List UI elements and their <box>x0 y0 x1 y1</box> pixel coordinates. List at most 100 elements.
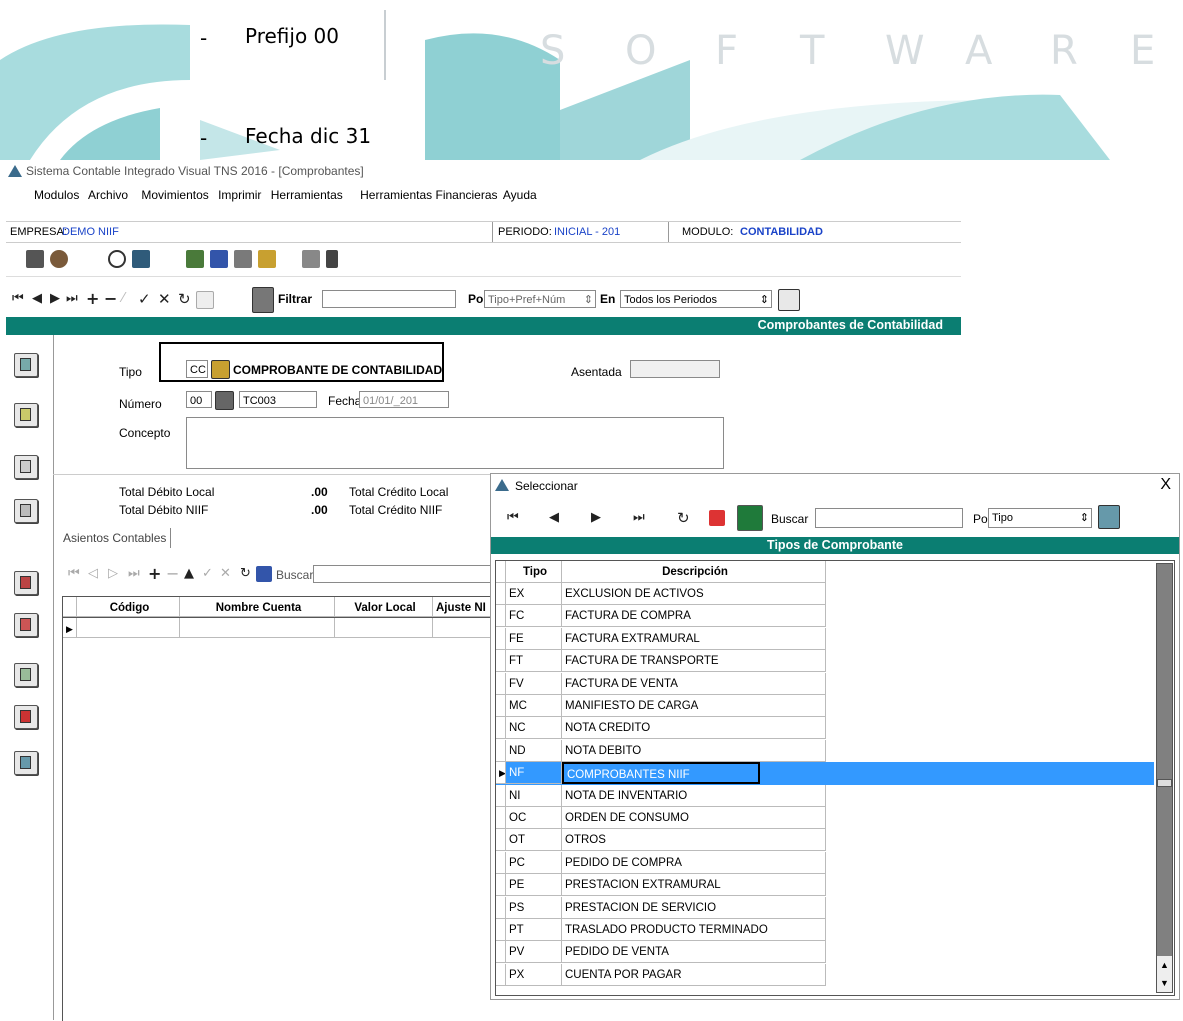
print-button[interactable] <box>14 455 38 479</box>
en-select[interactable]: Todos los Periodos ⇕ <box>620 290 772 308</box>
money-icon[interactable] <box>108 250 126 268</box>
dlg-refresh-icon[interactable]: ↻ <box>677 509 690 527</box>
search-icon[interactable] <box>778 289 800 311</box>
users-icon[interactable] <box>26 250 44 268</box>
list-item[interactable]: MC MANIFIESTO DE CARGA <box>496 695 826 717</box>
list-item[interactable]: PS PRESTACION DE SERVICIO <box>496 896 826 919</box>
grid-buscar-input[interactable] <box>313 565 493 583</box>
col-ajuste-niif[interactable]: Ajuste NI <box>433 597 493 617</box>
group-icon[interactable] <box>186 250 204 268</box>
list-item[interactable]: FT FACTURA DE TRANSPORTE <box>496 650 826 673</box>
spin-icon[interactable]: ⇕ <box>760 291 769 309</box>
consecutive-icon[interactable] <box>215 391 234 410</box>
por-select[interactable]: Tipo+Pref+Núm ⇕ <box>484 290 596 308</box>
list-item[interactable]: FC FACTURA DE COMPRA <box>496 605 826 628</box>
calendar-icon[interactable] <box>210 250 228 268</box>
record-button[interactable] <box>14 353 38 377</box>
list-item[interactable]: PC PEDIDO DE COMPRA <box>496 851 826 874</box>
dlg-buscar-input[interactable] <box>815 508 963 528</box>
dialog-close-icon[interactable]: X <box>1160 476 1171 494</box>
grid-refresh-icon[interactable]: ↻ <box>240 566 251 581</box>
col-nombre-cuenta[interactable]: Nombre Cuenta <box>180 597 335 617</box>
grid-last-icon[interactable]: ⏭ <box>128 566 140 581</box>
menu-herramientas-financieras[interactable]: Herramientas Financieras <box>360 188 497 202</box>
numero-input[interactable]: TC003 <box>239 391 317 408</box>
dlg-prev-icon[interactable]: ◀ <box>549 510 559 525</box>
col-codigo[interactable]: Código <box>77 597 180 617</box>
menu-movimientos[interactable]: Movimientos <box>141 188 208 202</box>
dlg-first-icon[interactable]: ⏮ <box>507 510 519 525</box>
first-record-icon[interactable]: ⏮ <box>12 291 24 306</box>
list-item[interactable]: EX EXCLUSION DE ACTIVOS <box>496 583 826 605</box>
prev-record-icon[interactable]: ◀ <box>32 291 42 306</box>
list-item[interactable]: FE FACTURA EXTRAMURAL <box>496 627 826 650</box>
dlg-last-icon[interactable]: ⏭ <box>633 510 645 525</box>
list-item[interactable]: ND NOTA DEBITO <box>496 739 826 762</box>
table-row[interactable]: ▶ <box>63 618 493 638</box>
print-preview-button[interactable] <box>14 499 38 523</box>
scroll-up-icon[interactable]: ▲ <box>1157 956 1172 974</box>
menu-herramientas[interactable]: Herramientas <box>271 188 343 202</box>
scroll-down-icon[interactable]: ▼ <box>1157 974 1172 992</box>
tab-asientos[interactable]: Asientos Contables <box>59 528 172 548</box>
list-item[interactable]: OC ORDEN DE CONSUMO <box>496 807 826 829</box>
list-item[interactable]: PX CUENTA POR PAGAR <box>496 963 826 986</box>
org-chart-icon[interactable] <box>132 250 150 268</box>
last-record-icon[interactable]: ⏭ <box>66 291 78 306</box>
grid-icon[interactable] <box>196 291 214 309</box>
menu-archivo[interactable]: Archivo <box>88 188 128 202</box>
list-item[interactable]: NC NOTA CREDITO <box>496 717 826 740</box>
list-item[interactable]: ▶ NF COMPROBANTES NIIF <box>496 762 1154 785</box>
excel-icon[interactable] <box>737 505 763 531</box>
edit-icon[interactable]: ⁄ <box>122 291 124 306</box>
calculator-icon[interactable] <box>326 250 338 268</box>
edit-doc-button[interactable] <box>14 403 38 427</box>
dlg-por-select[interactable]: Tipo ⇕ <box>988 508 1092 528</box>
list-item[interactable]: FV FACTURA DE VENTA <box>496 672 826 695</box>
refresh-icon[interactable]: ↻ <box>178 290 191 308</box>
filter-toggle-icon[interactable] <box>252 287 274 313</box>
list-item[interactable]: PE PRESTACION EXTRAMURAL <box>496 874 826 897</box>
list-item[interactable]: OT OTROS <box>496 829 826 852</box>
calc-button[interactable] <box>14 663 38 687</box>
fecha-input[interactable]: 01/01/_201 <box>359 391 449 408</box>
grid-cancel-icon[interactable]: ✕ <box>220 566 231 581</box>
export-button[interactable] <box>14 613 38 637</box>
scrollbar-thumb[interactable] <box>1157 779 1172 787</box>
cancel-icon[interactable]: ✕ <box>158 290 171 308</box>
grid-first-icon[interactable]: ⏮ <box>68 566 80 581</box>
grid-delete-icon[interactable]: − <box>166 564 179 583</box>
grid-calendar-icon[interactable] <box>256 566 272 582</box>
col-valor-local[interactable]: Valor Local <box>335 597 433 617</box>
factory-icon[interactable] <box>234 250 252 268</box>
person-icon[interactable] <box>50 250 68 268</box>
dlg-next-icon[interactable]: ▶ <box>591 510 601 525</box>
delete-icon[interactable]: − <box>104 289 117 308</box>
grid-add-icon[interactable]: + <box>148 564 161 583</box>
prefijo-input[interactable]: 00 <box>186 391 212 408</box>
col-tipo[interactable]: Tipo <box>506 561 562 583</box>
tipo-code-input[interactable]: CC <box>186 360 208 378</box>
dlg-search-icon[interactable] <box>1098 505 1120 529</box>
key-icon[interactable] <box>258 250 276 268</box>
spin-icon[interactable]: ⇕ <box>1080 509 1089 527</box>
menu-modulos[interactable]: Modulos <box>34 188 79 202</box>
lookup-icon[interactable] <box>211 360 230 379</box>
concepto-textarea[interactable] <box>186 417 724 469</box>
close-doc-button[interactable] <box>14 751 38 775</box>
next-record-icon[interactable]: ▶ <box>50 291 60 306</box>
menu-ayuda[interactable]: Ayuda <box>503 188 537 202</box>
grid-prev-icon[interactable]: ◁ <box>88 566 98 581</box>
add-icon[interactable]: + <box>86 289 99 308</box>
grid-next-icon[interactable]: ▷ <box>108 566 118 581</box>
list-item[interactable]: PV PEDIDO DE VENTA <box>496 941 826 964</box>
filtrar-input[interactable] <box>322 290 456 308</box>
grid-check-icon[interactable]: ✓ <box>202 566 213 581</box>
scrollbar[interactable]: ▲ ▼ <box>1156 563 1173 993</box>
list-item[interactable]: PT TRASLADO PRODUCTO TERMINADO <box>496 919 826 941</box>
menu-imprimir[interactable]: Imprimir <box>218 188 261 202</box>
print-icon[interactable] <box>302 250 320 268</box>
col-descripcion[interactable]: Descripción <box>562 561 826 583</box>
confirm-icon[interactable]: ✓ <box>138 290 151 308</box>
dlg-export-icon[interactable] <box>709 510 725 526</box>
